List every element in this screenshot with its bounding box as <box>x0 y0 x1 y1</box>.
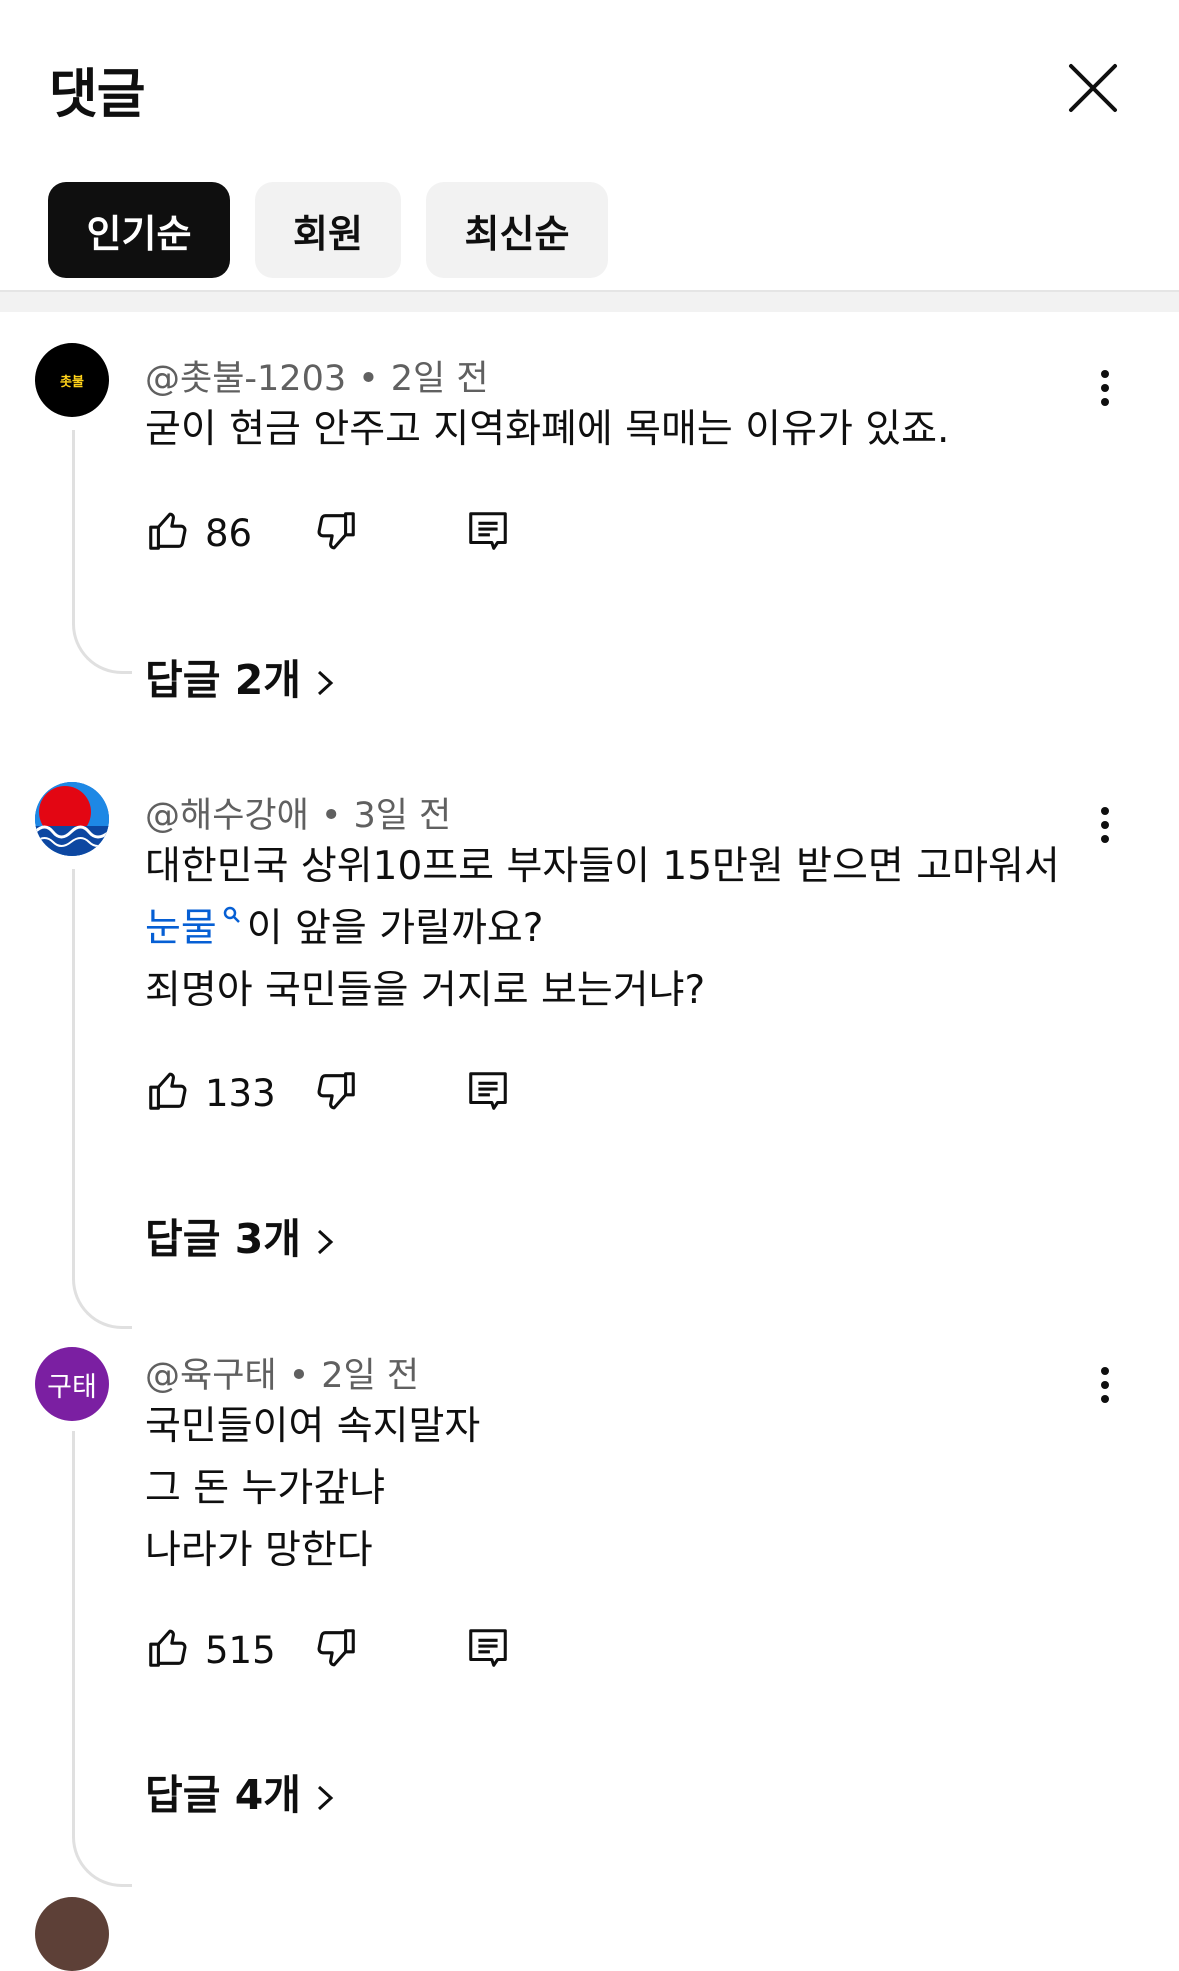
comment-time: 2일 전 <box>321 1356 420 1396</box>
thumbs-up-icon <box>149 512 187 550</box>
thumbs-up-icon <box>149 1629 187 1667</box>
comment-line: 대한민국 상위10프로 부자들이 15만원 받으면 고마워서 <box>145 844 1060 889</box>
more-options-icon[interactable] <box>1090 364 1120 420</box>
comment-text: 대한민국 상위10프로 부자들이 15만원 받으면 고마워서 눈물 이 앞을 가릴… <box>145 836 1060 1022</box>
chevron-right-icon <box>317 670 334 696</box>
comment-meta: @촛불-1203 • 2일 전 <box>145 350 489 401</box>
meta-separator: • <box>288 1356 310 1396</box>
comment-actions: 86 <box>145 508 545 564</box>
avatar-text: 구태 <box>47 1371 97 1403</box>
replies-label: 답글 4개 <box>145 1771 301 1819</box>
thumbs-up-icon <box>149 1072 187 1110</box>
comment-line: 그 돈 누가갚냐 <box>145 1466 386 1511</box>
dislike-button[interactable] <box>313 508 359 554</box>
comment-author[interactable]: @촛불-1203 <box>145 359 346 399</box>
comment-meta: @해수강애 • 3일 전 <box>145 787 451 838</box>
comment-author[interactable]: @해수강애 <box>145 796 309 836</box>
avatar-text: 촛불 <box>60 374 84 390</box>
comment-time: 3일 전 <box>353 796 452 836</box>
comment-author[interactable]: @육구태 <box>145 1356 277 1396</box>
replies-label: 답글 2개 <box>145 656 301 704</box>
meta-separator: • <box>320 796 342 836</box>
search-icon <box>223 906 240 923</box>
like-count: 86 <box>205 512 253 555</box>
comment-meta: @육구태 • 2일 전 <box>145 1347 419 1398</box>
thumbs-down-icon <box>317 1629 355 1667</box>
tab-popular[interactable]: 인기순 <box>48 182 230 278</box>
replies-toggle[interactable]: 답글 3개 <box>145 1205 337 1265</box>
like-button[interactable] <box>145 508 191 554</box>
comment-line: 죄명아 국민들을 거지로 보는거냐? <box>145 968 706 1013</box>
avatar[interactable]: 구태 <box>35 1347 109 1421</box>
reply-button[interactable] <box>465 1068 511 1114</box>
comment-line: 눈물 이 앞을 가릴까요? <box>145 898 1060 960</box>
thread-line <box>72 430 132 674</box>
avatar[interactable] <box>35 1897 109 1971</box>
avatar[interactable]: 촛불 <box>35 343 109 417</box>
chevron-right-icon <box>317 1785 334 1811</box>
replies-toggle[interactable]: 답글 2개 <box>145 646 337 706</box>
thread-line <box>72 869 132 1329</box>
thumbs-down-icon <box>317 1072 355 1110</box>
comment-icon <box>469 1072 507 1110</box>
tab-members[interactable]: 회원 <box>255 182 401 278</box>
thumbs-down-icon <box>317 512 355 550</box>
comment-line: 국민들이여 속지말자 <box>145 1404 481 1449</box>
search-link[interactable]: 눈물 <box>145 906 217 951</box>
like-count: 133 <box>205 1072 276 1115</box>
comment-icon <box>469 1629 507 1667</box>
dislike-button[interactable] <box>313 1625 359 1671</box>
close-icon[interactable] <box>1065 60 1121 116</box>
reply-button[interactable] <box>465 508 511 554</box>
comment-icon <box>469 512 507 550</box>
comment-actions: 515 <box>145 1625 545 1681</box>
reply-button[interactable] <box>465 1625 511 1671</box>
chevron-right-icon <box>317 1229 334 1255</box>
comment-time: 2일 전 <box>390 359 489 399</box>
like-button[interactable] <box>145 1625 191 1671</box>
meta-separator: • <box>358 359 379 399</box>
page-title: 댓글 <box>49 64 146 125</box>
like-count: 515 <box>205 1629 276 1672</box>
replies-label: 답글 3개 <box>145 1215 301 1263</box>
tab-newest[interactable]: 최신순 <box>426 182 608 278</box>
comment-text: 국민들이여 속지말자 그 돈 누가갚냐 나라가 망한다 <box>145 1396 480 1582</box>
comment-text: 굳이 현금 안주고 지역화폐에 목매는 이유가 있죠. <box>145 399 949 461</box>
comment-line: 나라가 망한다 <box>145 1528 373 1573</box>
more-options-icon[interactable] <box>1090 801 1120 857</box>
more-options-icon[interactable] <box>1090 1361 1120 1417</box>
comment-line-rest: 이 앞을 가릴까요? <box>246 906 544 951</box>
thread-line <box>72 1431 132 1887</box>
dislike-button[interactable] <box>313 1068 359 1114</box>
comment-actions: 133 <box>145 1068 545 1124</box>
like-button[interactable] <box>145 1068 191 1114</box>
replies-toggle[interactable]: 답글 4개 <box>145 1761 337 1821</box>
comments-header: 댓글 <box>0 0 1179 170</box>
header-divider <box>0 290 1179 312</box>
comment-line: 굳이 현금 안주고 지역화폐에 목매는 이유가 있죠. <box>145 407 950 452</box>
avatar[interactable] <box>35 782 109 856</box>
